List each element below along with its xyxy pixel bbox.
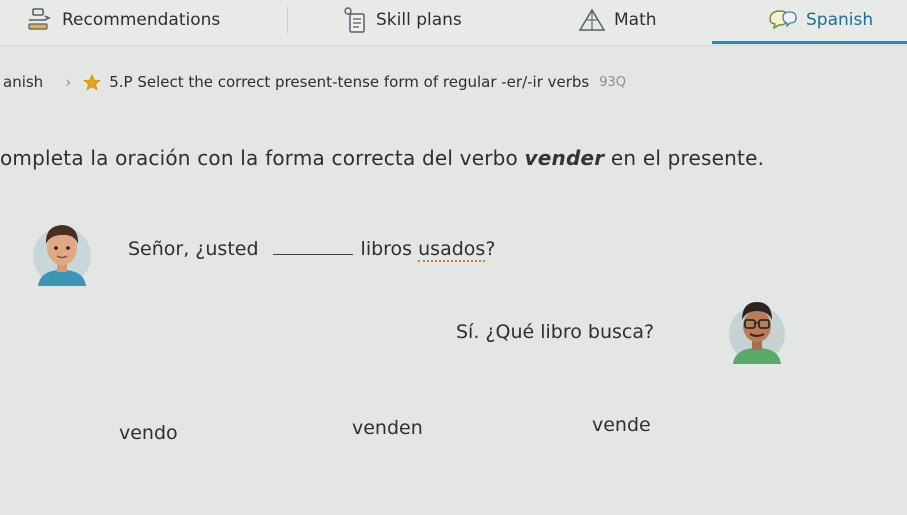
dialogue-line-customer: Señor, ¿usted libros usados? xyxy=(128,238,495,262)
dialogue-line-1-end: ? xyxy=(485,238,496,260)
hint-word-usados[interactable]: usados xyxy=(418,238,486,262)
active-tab-indicator xyxy=(712,41,907,44)
answer-choice-venden[interactable]: venden xyxy=(346,413,429,443)
recommendations-icon xyxy=(26,7,54,33)
nav-spanish-label: Spanish xyxy=(806,10,874,30)
chevron-right-icon: › xyxy=(65,73,72,91)
answer-choice-vende[interactable]: vende xyxy=(586,410,657,440)
skill-code: 93Q xyxy=(599,74,627,90)
nav-math-label: Math xyxy=(614,10,657,30)
star-icon xyxy=(83,73,101,91)
skill-plans-icon xyxy=(342,6,368,34)
top-nav: Recommendations Skill plans Math Spanish xyxy=(0,0,907,46)
breadcrumb-subject[interactable]: anish xyxy=(0,73,43,91)
seller-avatar xyxy=(728,296,786,366)
answer-blank[interactable] xyxy=(272,238,353,255)
customer-avatar xyxy=(32,216,92,288)
nav-recommendations[interactable]: Recommendations xyxy=(26,5,220,35)
dialogue-line-1-start: Señor, ¿usted xyxy=(128,238,259,260)
math-icon xyxy=(578,8,606,32)
question-prompt: ompleta la oración con la forma correcta… xyxy=(0,146,907,170)
breadcrumb: anish › 5.P Select the correct present-t… xyxy=(0,70,626,94)
nav-divider-line xyxy=(0,45,907,46)
prompt-text-start: ompleta la oración con la forma correcta… xyxy=(0,146,525,170)
dialogue-line-seller: Sí. ¿Qué libro busca? xyxy=(456,321,655,343)
nav-math[interactable]: Math xyxy=(578,5,657,35)
nav-recommendations-label: Recommendations xyxy=(62,10,221,30)
spanish-icon xyxy=(766,8,798,32)
answer-choice-vendo[interactable]: vendo xyxy=(113,418,184,448)
breadcrumb-skill-name: 5.P Select the correct present-tense for… xyxy=(109,73,590,91)
prompt-verb: vender xyxy=(524,146,605,170)
nav-skill-plans-label: Skill plans xyxy=(376,10,462,30)
dialogue-line-1-word: libros xyxy=(360,238,413,260)
nav-divider xyxy=(287,6,288,34)
nav-spanish[interactable]: Spanish xyxy=(766,5,873,35)
prompt-text-end: en el presente. xyxy=(604,146,765,170)
nav-skill-plans[interactable]: Skill plans xyxy=(342,5,462,35)
